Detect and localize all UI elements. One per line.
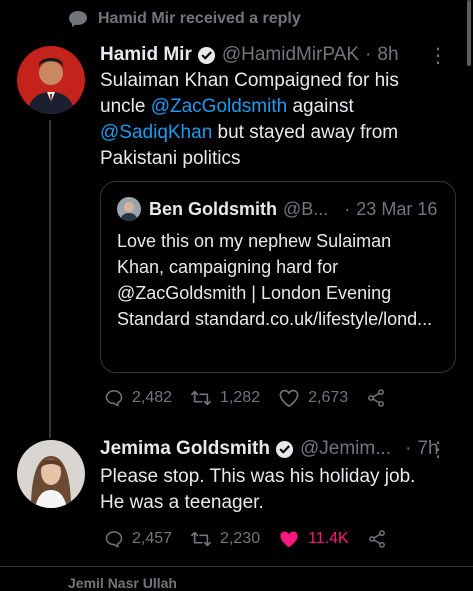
separator-dot: ·: [405, 438, 412, 459]
more-options-icon[interactable]: ⋮: [428, 440, 448, 460]
tweet2-text: Please stop. This was his holiday job. H…: [100, 466, 416, 513]
tweet-time[interactable]: 8h: [377, 44, 398, 66]
tweet1-actions: 2,482 1,282 2,673: [104, 388, 404, 408]
scrollbar[interactable]: [467, 0, 471, 66]
author-name[interactable]: Jemima Goldsmith: [100, 438, 270, 460]
tweet1-header: Hamid Mir @HamidMirPAK · 8h: [100, 44, 399, 66]
share-button[interactable]: [367, 529, 387, 549]
like-count: 2,673: [308, 389, 349, 406]
retweet-button[interactable]: 1,282: [190, 388, 260, 408]
author-handle[interactable]: @HamidMirPAK: [222, 44, 359, 66]
mention-link[interactable]: @SadiqKhan: [100, 122, 212, 143]
social-context-text: Hamid Mir received a reply: [98, 10, 301, 27]
reply-count: 2,457: [132, 530, 173, 547]
reply-icon: [104, 529, 124, 549]
tweet1-text: Sulaiman Khan Compaigned for his uncle @…: [100, 68, 430, 172]
avatar-hamid-mir[interactable]: [17, 46, 85, 114]
avatar-ben-goldsmith: [117, 197, 141, 221]
more-options-icon[interactable]: ⋮: [428, 46, 448, 66]
tweet-divider: [0, 566, 473, 567]
reply-icon: [104, 388, 124, 408]
tweet-text-part: against: [287, 96, 354, 117]
like-button[interactable]: 11.4K: [278, 529, 349, 549]
verified-badge-icon: [275, 440, 294, 459]
quoted-tweet-card[interactable]: Ben Goldsmith @B... · 23 Mar 16 Love thi…: [100, 181, 456, 373]
quoted-tweet-text: Love this on my nephew Sulaiman Khan, ca…: [117, 231, 433, 329]
verified-badge-icon: [197, 46, 216, 65]
mention-link[interactable]: @ZacGoldsmith: [151, 96, 288, 117]
retweet-icon: [190, 529, 212, 549]
chat-bubble-icon: [68, 10, 88, 28]
tweet2-header: Jemima Goldsmith @Jemim... · 7h: [100, 438, 439, 460]
author-name[interactable]: Hamid Mir: [100, 44, 192, 66]
author-handle[interactable]: @Jemim...: [300, 438, 391, 460]
retweet-icon: [190, 388, 212, 408]
separator-dot: ·: [344, 198, 351, 219]
share-icon: [367, 529, 387, 549]
tweet2-actions: 2,457 2,230 11.4K: [104, 529, 405, 549]
heart-icon: [278, 388, 300, 408]
thread-line: [49, 120, 51, 438]
next-item-partial: Jemil Nasr Ullah: [68, 575, 177, 591]
retweet-count: 2,230: [220, 530, 261, 547]
share-icon: [366, 388, 386, 408]
avatar-jemima-goldsmith[interactable]: [17, 440, 85, 508]
like-button[interactable]: 2,673: [278, 388, 348, 408]
heart-filled-icon: [278, 529, 300, 549]
quoted-tweet-date: 23 Mar 16: [356, 198, 438, 219]
reply-button[interactable]: 2,457: [104, 529, 172, 549]
reply-button[interactable]: 2,482: [104, 388, 172, 408]
like-count: 11.4K: [308, 530, 349, 547]
quoted-author-name: Ben Goldsmith: [149, 198, 278, 219]
reply-count: 2,482: [132, 389, 173, 406]
quoted-tweet-header: Ben Goldsmith @B... · 23 Mar 16: [117, 197, 437, 221]
retweet-count: 1,282: [220, 389, 261, 406]
share-button[interactable]: [366, 388, 386, 408]
retweet-button[interactable]: 2,230: [190, 529, 260, 549]
separator-dot: ·: [365, 44, 372, 65]
social-context: Hamid Mir received a reply: [68, 10, 301, 28]
quoted-author-handle: @B...: [283, 198, 329, 219]
